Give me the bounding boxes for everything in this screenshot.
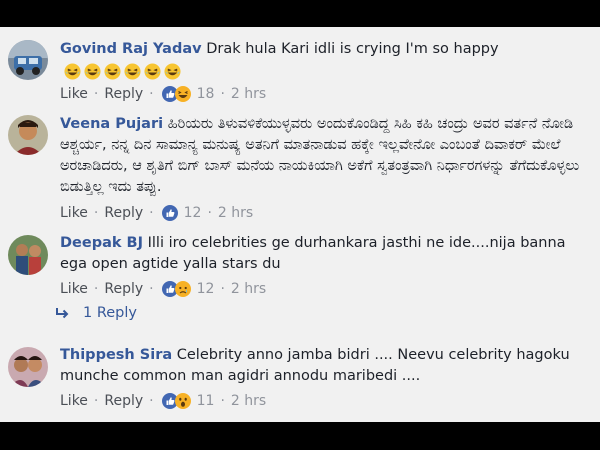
author-name[interactable]: Deepak BJ [60,235,143,251]
comment-text: Drak hula Kari idli is crying I'm so hap… [206,41,499,57]
separator: · [93,393,99,409]
reply-button[interactable]: Reply [104,86,143,102]
haha-icon [174,86,191,102]
reaction-count[interactable]: 18 [197,86,215,102]
reactions[interactable] [161,281,191,297]
comment-actions: Like · Reply · 11 · 2 hrs [60,390,266,412]
timestamp[interactable]: 2 hrs [218,205,253,221]
avatar[interactable] [8,115,48,155]
comment-actions: Like · Reply · 12 · 2 hrs [60,202,253,224]
laughing-emoji-icon [64,63,81,80]
laughing-emoji-icon [164,63,181,80]
separator: · [149,205,154,221]
separator: · [220,393,225,409]
view-replies-link[interactable]: 1 Reply [55,305,137,321]
avatar[interactable] [8,40,48,80]
comment-actions: Like · Reply · 18 · 2 hrs [60,83,266,105]
timestamp[interactable]: 2 hrs [231,393,266,409]
reactions[interactable] [161,86,191,102]
author-name[interactable]: Veena Pujari [60,116,163,132]
like-button[interactable]: Like [60,86,88,102]
separator: · [220,281,225,297]
laughing-emoji-icon [84,63,101,80]
like-button[interactable]: Like [60,205,88,221]
reaction-count[interactable]: 12 [197,281,215,297]
reactions[interactable] [161,393,191,409]
author-name[interactable]: Thippesh Sira [60,347,172,363]
timestamp[interactable]: 2 hrs [231,86,266,102]
separator: · [149,86,154,102]
author-name[interactable]: Govind Raj Yadav [60,41,202,57]
laughing-emoji-icon [144,63,161,80]
reply-button[interactable]: Reply [104,281,143,297]
reply-button[interactable]: Reply [104,393,143,409]
reactions[interactable] [161,205,178,221]
laughing-emoji-icon [104,63,121,80]
separator: · [93,205,99,221]
sad-icon [174,281,191,297]
laughing-emoji-icon [124,63,141,80]
like-button[interactable]: Like [60,281,88,297]
reply-button[interactable]: Reply [104,205,143,221]
separator: · [93,86,99,102]
avatar[interactable] [8,347,48,387]
separator: · [93,281,99,297]
comment-actions: Like · Reply · 12 · 2 hrs [60,278,266,300]
comments-panel: Govind Raj Yadav Drak hula Kari idli is … [0,27,600,422]
reaction-count[interactable]: 11 [197,393,215,409]
timestamp[interactable]: 2 hrs [231,281,266,297]
separator: · [149,281,154,297]
reply-arrow-icon [56,308,69,319]
like-icon [161,205,178,221]
like-button[interactable]: Like [60,393,88,409]
separator: · [149,393,154,409]
separator: · [220,86,225,102]
reaction-count[interactable]: 12 [184,205,202,221]
replies-count-label[interactable]: 1 Reply [83,305,137,321]
avatar[interactable] [8,235,48,275]
separator: · [207,205,212,221]
wow-icon [174,393,191,409]
emoji-row [64,63,184,84]
